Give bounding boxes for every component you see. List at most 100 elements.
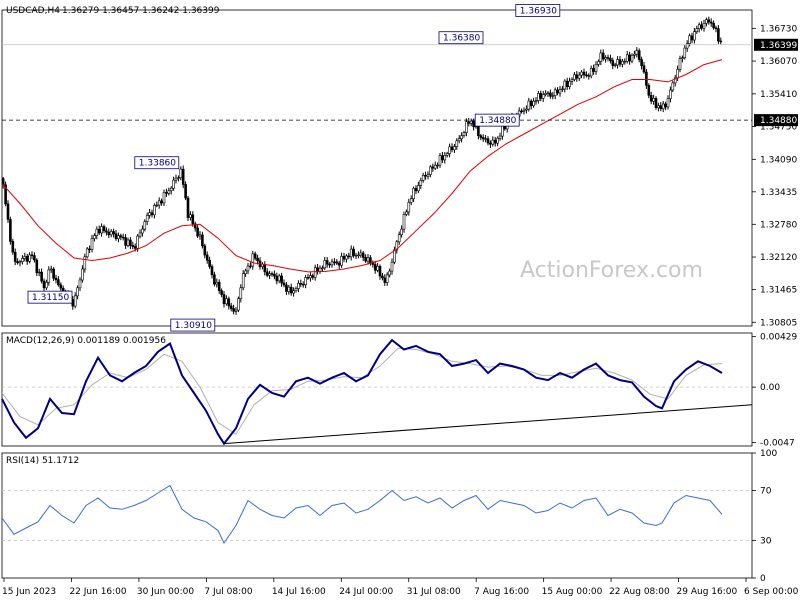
candle-body bbox=[493, 139, 497, 144]
candle-body bbox=[263, 263, 267, 273]
candle-body bbox=[119, 235, 123, 238]
candle-body bbox=[472, 120, 475, 128]
x-tick-label: 22 Jun 16:00 bbox=[69, 587, 126, 597]
x-tick-label: 7 Jul 08:00 bbox=[204, 587, 253, 597]
candle-body bbox=[647, 85, 651, 96]
candle-body bbox=[635, 50, 639, 55]
candle-body bbox=[455, 140, 459, 147]
candle-body bbox=[215, 281, 219, 285]
candle-body bbox=[325, 260, 329, 265]
candle-body bbox=[333, 261, 336, 263]
candle-body bbox=[546, 92, 550, 95]
candle-body bbox=[357, 254, 360, 257]
candle-body bbox=[268, 273, 271, 276]
candle-body bbox=[369, 257, 372, 264]
price-y-tick-label: 1.34090 bbox=[760, 155, 797, 165]
candle-body bbox=[417, 185, 420, 192]
candle-body bbox=[702, 22, 706, 29]
candle-body bbox=[25, 256, 29, 262]
candle-body bbox=[345, 255, 348, 260]
candle-body bbox=[313, 267, 317, 278]
candle-body bbox=[150, 212, 154, 216]
candle-body bbox=[397, 234, 401, 243]
candle-body bbox=[352, 248, 355, 256]
candle-body bbox=[354, 254, 358, 257]
current-price-tag: 1.36399 bbox=[760, 41, 797, 51]
candle-body bbox=[553, 89, 557, 96]
candle-body bbox=[297, 283, 300, 289]
candle-body bbox=[609, 58, 612, 61]
candle-body bbox=[551, 95, 555, 97]
candle-body bbox=[364, 257, 367, 262]
candle-body bbox=[582, 71, 586, 76]
candle-body bbox=[525, 108, 528, 111]
candle-body bbox=[40, 271, 43, 282]
ohlc-values: 1.36279 1.36457 1.36242 1.36399 bbox=[62, 6, 220, 16]
candle-body bbox=[102, 226, 106, 232]
candle-body bbox=[138, 232, 142, 237]
candle-body bbox=[436, 164, 439, 167]
candle-body bbox=[241, 273, 245, 289]
candle-body bbox=[251, 253, 255, 267]
candle-body bbox=[153, 205, 156, 216]
candle-body bbox=[33, 255, 36, 261]
price-level-label: 1.36380 bbox=[443, 34, 480, 44]
rsi-y-tick-label: 0 bbox=[760, 574, 766, 584]
candle-body bbox=[484, 138, 487, 140]
candle-body bbox=[541, 94, 545, 99]
candle-body bbox=[563, 80, 567, 90]
candle-body bbox=[85, 248, 89, 258]
candle-body bbox=[575, 74, 579, 79]
candle-body bbox=[640, 59, 643, 66]
candle-body bbox=[573, 74, 576, 80]
candle-body bbox=[412, 188, 415, 200]
candle-body bbox=[532, 100, 535, 107]
candle-body bbox=[133, 246, 137, 249]
candle-body bbox=[301, 283, 305, 286]
candle-body bbox=[273, 273, 276, 277]
candle-body bbox=[126, 239, 130, 246]
candle-body bbox=[208, 259, 211, 267]
candle-body bbox=[16, 261, 19, 264]
chart-svg: 1.367301.360701.354101.347501.340901.334… bbox=[1, 4, 799, 597]
candle-body bbox=[83, 256, 87, 270]
candle-body bbox=[477, 124, 480, 136]
candle-body bbox=[587, 75, 591, 77]
candle-body bbox=[467, 121, 471, 124]
price-y-tick-label: 1.33435 bbox=[760, 188, 797, 198]
candle-body bbox=[611, 60, 615, 66]
candle-body bbox=[445, 153, 449, 156]
candle-body bbox=[311, 275, 315, 278]
candle-body bbox=[421, 175, 425, 181]
candle-body bbox=[121, 236, 125, 239]
candle-body bbox=[232, 308, 235, 312]
candle-body bbox=[289, 286, 293, 294]
candle-body bbox=[97, 228, 101, 234]
candle-body bbox=[143, 221, 147, 230]
candle-body bbox=[661, 103, 665, 110]
candle-body bbox=[460, 135, 463, 140]
candle-body bbox=[637, 50, 641, 60]
candle-body bbox=[90, 238, 94, 250]
candle-body bbox=[105, 230, 108, 233]
price-y-tick-label: 1.36070 bbox=[760, 57, 797, 67]
candle-body bbox=[88, 248, 91, 251]
candle-body bbox=[414, 188, 418, 192]
candle-body bbox=[174, 177, 178, 181]
candle-body bbox=[6, 203, 10, 220]
x-tick-label: 15 Aug 00:00 bbox=[542, 587, 603, 597]
candle-body bbox=[18, 261, 22, 264]
candle-body bbox=[469, 120, 473, 124]
chart-symbol: USDCAD,H4 bbox=[6, 6, 60, 16]
candle-body bbox=[443, 154, 447, 161]
candle-body bbox=[227, 298, 231, 307]
level-price-tag: 1.34880 bbox=[760, 116, 797, 126]
candle-body bbox=[210, 266, 214, 275]
candle-body bbox=[57, 279, 60, 286]
x-tick-label: 14 Jul 16:00 bbox=[272, 587, 326, 597]
candle-body bbox=[599, 52, 603, 62]
macd-y-tick-label: 0.00 bbox=[760, 383, 780, 393]
candle-body bbox=[73, 295, 77, 307]
candle-body bbox=[141, 228, 144, 234]
candle-body bbox=[561, 88, 564, 91]
